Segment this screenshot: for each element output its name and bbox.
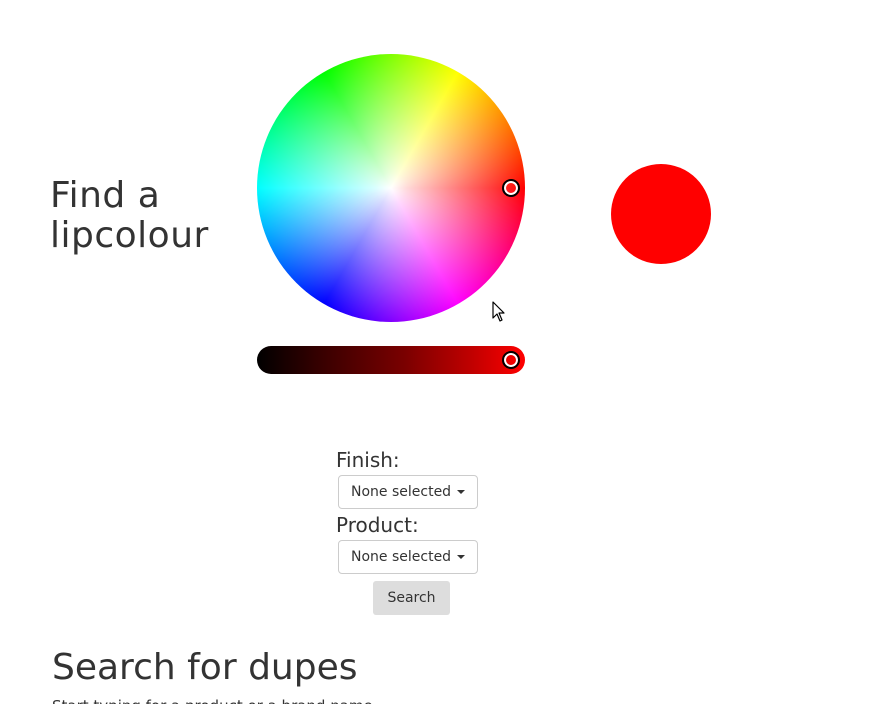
- finish-dropdown[interactable]: None selected: [338, 475, 479, 509]
- finish-dropdown-value: None selected: [351, 484, 452, 500]
- page-heading: Find a lipcolour: [50, 175, 209, 256]
- dupes-description: Start typing for a product or a brand na…: [52, 696, 373, 704]
- brightness-slider-handle[interactable]: [502, 351, 520, 369]
- search-button[interactable]: Search: [373, 581, 450, 615]
- color-wheel[interactable]: [257, 54, 525, 322]
- finish-label: Finish:: [336, 448, 400, 472]
- page: Find a lipcolour Finish: None selected P…: [0, 0, 877, 704]
- product-label: Product:: [336, 513, 419, 537]
- caret-down-icon: [457, 490, 466, 494]
- product-dropdown[interactable]: None selected: [338, 540, 479, 574]
- color-preview-swatch: [611, 164, 711, 264]
- filter-form: Finish: None selected Product: None sele…: [336, 448, 496, 578]
- arrow-cursor-icon: [492, 301, 505, 322]
- caret-down-icon: [457, 555, 466, 559]
- brightness-slider[interactable]: [257, 346, 525, 374]
- color-wheel-handle[interactable]: [502, 179, 520, 197]
- product-dropdown-value: None selected: [351, 549, 452, 565]
- dupes-section-title: Search for dupes: [52, 647, 358, 688]
